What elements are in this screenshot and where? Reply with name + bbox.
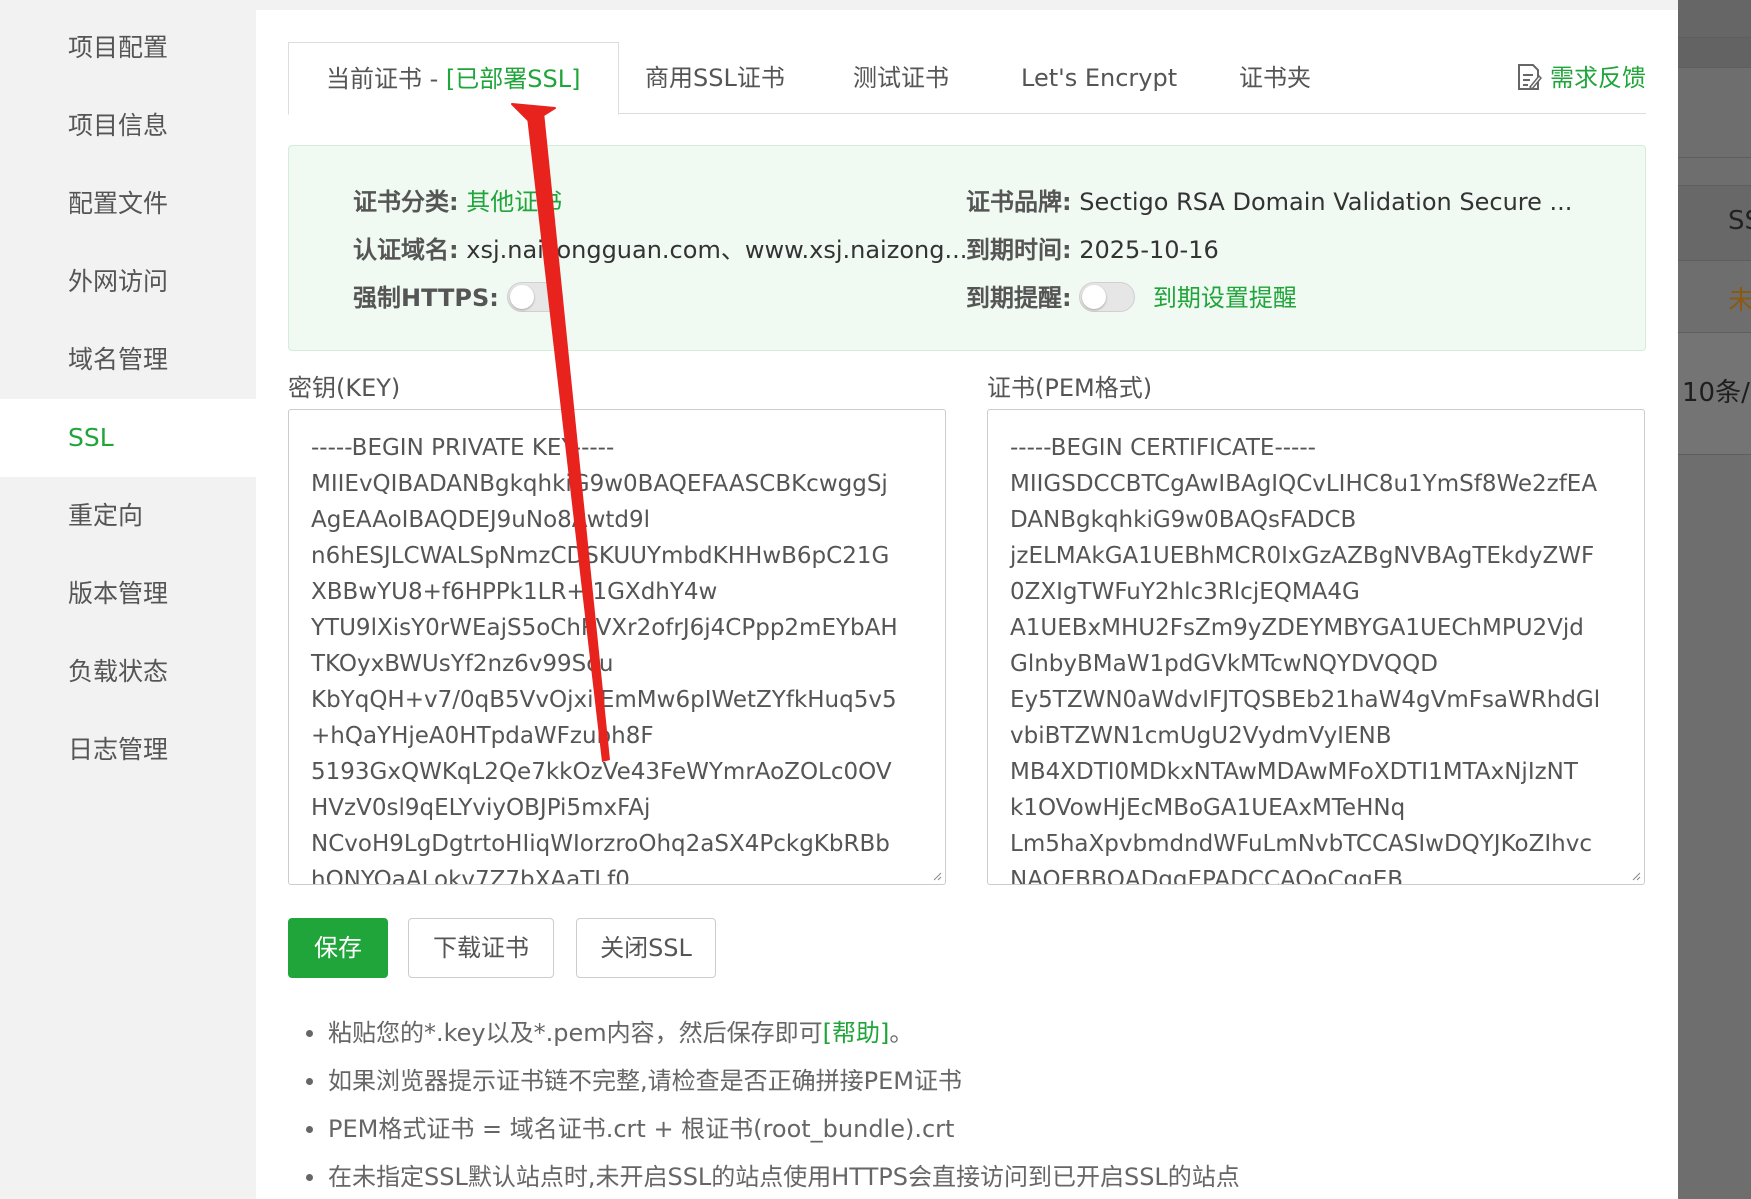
bg-text-pagesize: 10条/ <box>1682 378 1750 408</box>
cert-line: vbiBTZWN1cmUgU2VydmVyIENB <box>1010 723 1392 749</box>
force-https: 强制HTTPS: <box>353 278 563 318</box>
bg-text-ssl: SS <box>1728 206 1751 236</box>
close-ssl-button[interactable]: 关闭SSL <box>576 918 716 978</box>
key-line: XBBwYU8+f6HPPk1LR+J1GXdhY4w <box>311 579 718 605</box>
key-line: MIIEvQIBADANBgkqhkiG9w0BAQEFAASCBKcwggSj <box>311 471 888 497</box>
help-link[interactable]: [帮助] <box>823 1019 890 1047</box>
top-divider <box>256 0 1678 10</box>
key-textarea[interactable]: -----BEGIN PRIVATE KEY----- MIIEvQIBADANB… <box>288 409 946 885</box>
cert-line: k1OVowHjEcMBoGA1UEAxMTeHNq <box>1010 795 1406 821</box>
resize-handle-icon[interactable] <box>1629 869 1641 881</box>
sidebar-item-domain[interactable]: 域名管理 <box>0 321 256 399</box>
cert-domains-label: 认证域名: <box>353 236 459 264</box>
key-line: 5193GxQWKqL2Qe7kkOzVe43FeWYmrAoZOLc0OV <box>311 759 892 785</box>
key-line: hONYOaALokv7Z7bXAaTLf0 <box>311 867 630 885</box>
expiry-reminder: 到期提醒: 到期设置提醒 <box>966 278 1297 318</box>
cert-expiry: 到期时间: 2025-10-16 <box>966 230 1219 270</box>
cert-line: jzELMAkGA1UEBhMCR0IxGzAZBgNVBAgTEkdyZWF <box>1010 543 1595 569</box>
key-line: -----BEGIN PRIVATE KEY----- <box>311 435 615 461</box>
tip-item: 粘贴您的*.key以及*.pem内容，然后保存即可[帮助]。 <box>300 1013 1240 1061</box>
sidebar-item-project-info[interactable]: 项目信息 <box>0 87 256 165</box>
tip-item: PEM格式证书 = 域名证书.crt + 根证书(root_bundle).cr… <box>300 1109 1240 1157</box>
tip-1-text: 粘贴您的*.key以及*.pem内容，然后保存即可 <box>328 1019 823 1047</box>
cert-brand: 证书品牌: Sectigo RSA Domain Validation Secu… <box>966 182 1572 222</box>
expiry-reminder-label: 到期提醒: <box>966 284 1072 312</box>
bg-text-status: 未 <box>1728 286 1751 316</box>
cert-line: A1UEBxMHU2FsZm9yZDEYMBYGA1UEChMPU2Vjd <box>1010 615 1584 641</box>
cert-category-label: 证书分类: <box>353 188 459 216</box>
cert-line: MB4XDTI0MDkxNTAwMDAwMFoXDTI1MTAxNjIzNT <box>1010 759 1578 785</box>
ssl-deployed-status: [已部署SSL] <box>445 65 581 93</box>
background-overlay: SS 未 10条/ <box>1678 0 1751 1199</box>
cert-domains-value: xsj.naizongguan.com、www.xsj.naizong... <box>466 236 968 264</box>
tip-item: 如果浏览器提示证书链不完整,请检查是否正确拼接PEM证书 <box>300 1061 1240 1109</box>
feedback-link[interactable]: 需求反馈 <box>1516 42 1646 114</box>
resize-handle-icon[interactable] <box>930 869 942 881</box>
sidebar-item-load-status[interactable]: 负载状态 <box>0 633 256 711</box>
tab-cert-folder[interactable]: 证书夹 <box>1239 42 1311 114</box>
tab-test-cert[interactable]: 测试证书 <box>853 42 949 114</box>
key-line: AgEAAoIBAQDEJ9uNo8Awtd9l <box>311 507 651 533</box>
tab-commercial-ssl[interactable]: 商用SSL证书 <box>645 42 785 114</box>
force-https-label: 强制HTTPS: <box>353 284 499 312</box>
force-https-toggle[interactable] <box>506 282 563 312</box>
cert-brand-value: Sectigo RSA Domain Validation Secure ... <box>1079 188 1573 216</box>
save-button[interactable]: 保存 <box>288 918 388 978</box>
sidebar-item-external-access[interactable]: 外网访问 <box>0 243 256 321</box>
key-line: n6hESJLCWALSpNmzCDSKUUYmbdKHHwB6pC21G <box>311 543 890 569</box>
key-line: +hQaYHjeA0HTpdaWFzubh8F <box>311 723 654 749</box>
bg-row <box>1678 100 1751 158</box>
cert-category-value: 其他证书 <box>466 188 563 216</box>
sidebar-item-ssl[interactable]: SSL <box>0 399 256 477</box>
key-line: YTU9lXisY0rWEajS5oChRVXr2ofrJ6j4CPpp2mEY… <box>311 615 898 641</box>
key-line: TKOyxBWUsYf2nz6v99Scu <box>311 651 614 677</box>
cert-line: Lm5haXpvbmdndWFuLmNvbTCCASIwDQYJKoZIhvc <box>1010 831 1592 857</box>
cert-line: 0ZXIgTWFuY2hlc3RlcjEQMA4G <box>1010 579 1360 605</box>
cert-label: 证书(PEM格式) <box>987 374 1153 402</box>
cert-line: GlnbyBMaW1pdGVkMTcwNQYDVQQD <box>1010 651 1438 677</box>
tip-1-suffix: 。 <box>889 1019 914 1047</box>
sidebar-item-version[interactable]: 版本管理 <box>0 555 256 633</box>
download-cert-button[interactable]: 下载证书 <box>408 918 554 978</box>
cert-textarea[interactable]: -----BEGIN CERTIFICATE----- MIIGSDCCBTCgA… <box>987 409 1645 885</box>
cert-category: 证书分类: 其他证书 <box>353 182 562 222</box>
cert-domains: 认证域名: xsj.naizongguan.com、www.xsj.naizon… <box>353 230 967 270</box>
cert-line: MIIGSDCCBTCgAwIBAgIQCvLIHC8u1YmSf8We2zfE… <box>1010 471 1598 497</box>
cert-expiry-value: 2025-10-16 <box>1079 236 1219 264</box>
cert-line: -----BEGIN CERTIFICATE----- <box>1010 435 1316 461</box>
cert-expiry-label: 到期时间: <box>966 236 1072 264</box>
bg-row <box>1678 38 1751 68</box>
sidebar-item-config-file[interactable]: 配置文件 <box>0 165 256 243</box>
cert-line: Ey5TZWN0aWdvIFJTQSBEb21haW4gVmFsaWRhdGl <box>1010 687 1601 713</box>
cert-info-box: 证书分类: 其他证书 证书品牌: Sectigo RSA Domain Vali… <box>288 145 1646 351</box>
cert-line: NAQEBBQADggEPADCCAQoCggEB <box>1010 867 1404 885</box>
tab-current-cert[interactable]: 当前证书 - [已部署SSL] <box>288 42 619 115</box>
feedback-icon <box>1518 63 1543 90</box>
feedback-label: 需求反馈 <box>1550 64 1646 92</box>
cert-line: DANBgkqhkiG9w0BAQsFADCB <box>1010 507 1357 533</box>
sidebar: 项目配置 项目信息 配置文件 外网访问 域名管理 SSL 重定向 版本管理 负载… <box>0 0 256 1199</box>
sidebar-item-logs[interactable]: 日志管理 <box>0 711 256 789</box>
tab-lets-encrypt[interactable]: Let's Encrypt <box>1021 42 1177 114</box>
tip-item: 在未指定SSL默认站点时,未开启SSL的站点使用HTTPS会直接访问到已开启SS… <box>300 1157 1240 1199</box>
bg-row <box>1678 158 1751 186</box>
cert-brand-label: 证书品牌: <box>966 188 1072 216</box>
tab-current-cert-label: 当前证书 - <box>326 65 446 93</box>
key-line: HVzV0sl9qELYviyOBJPi5mxFAj <box>311 795 651 821</box>
sidebar-item-project-config[interactable]: 项目配置 <box>0 9 256 87</box>
bg-row <box>1678 0 1751 38</box>
expiry-reminder-toggle[interactable] <box>1079 282 1136 312</box>
set-reminder-link[interactable]: 到期设置提醒 <box>1153 284 1297 312</box>
tips-list: 粘贴您的*.key以及*.pem内容，然后保存即可[帮助]。 如果浏览器提示证书… <box>300 1013 1240 1199</box>
key-label: 密钥(KEY) <box>288 374 401 402</box>
ssl-tabs: 当前证书 - [已部署SSL] 商用SSL证书 测试证书 Let's Encry… <box>288 42 1646 115</box>
sidebar-item-redirect[interactable]: 重定向 <box>0 477 256 555</box>
key-line: NCvoH9LgDgtrtoHIiqWIorzroOhq2aSX4PckgKbR… <box>311 831 890 857</box>
key-line: KbYqQH+v7/0qB5VvOjxiiEmMw6pIWetZYfkHuq5v… <box>311 687 897 713</box>
